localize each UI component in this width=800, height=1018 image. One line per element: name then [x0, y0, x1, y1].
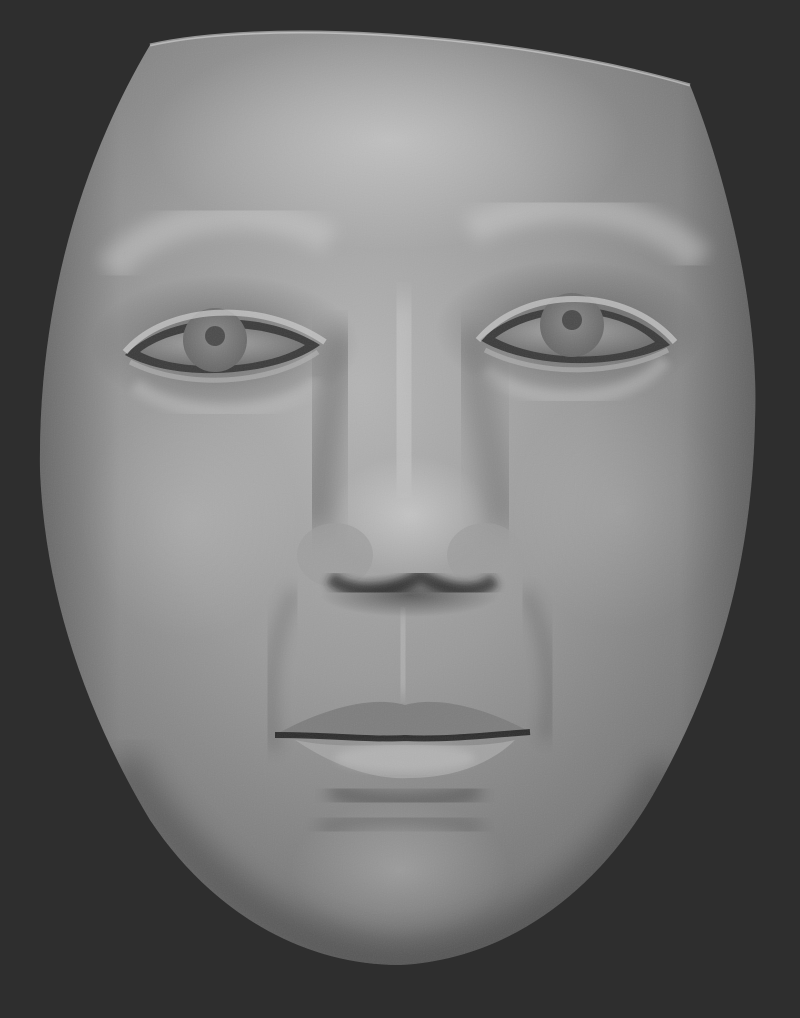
- face-sculpt-render: [39, 30, 756, 965]
- viewport[interactable]: [0, 0, 800, 1018]
- skin-texture: [39, 32, 756, 965]
